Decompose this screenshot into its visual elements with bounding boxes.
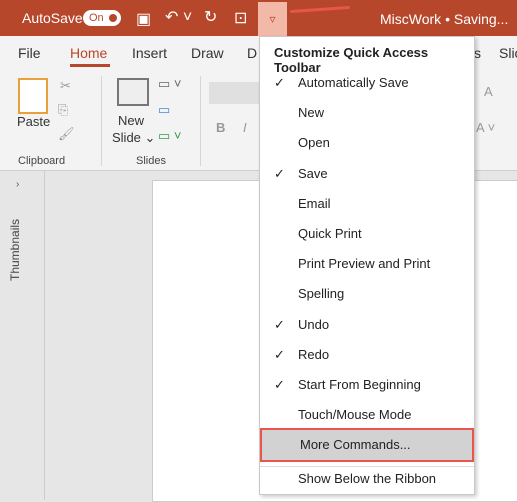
tab-file[interactable]: File (18, 45, 41, 61)
checkmark-icon: ✓ (274, 377, 285, 392)
autosave-toggle[interactable]: On (83, 10, 121, 26)
format-painter-icon[interactable]: 🖌 (58, 126, 75, 142)
section-icon[interactable]: ▭ ˅ (158, 128, 182, 144)
bold-button[interactable]: B (216, 120, 225, 135)
clipboard-group-label: Clipboard (18, 155, 66, 167)
tab-slideshow[interactable]: Slic (499, 45, 517, 61)
menu-item[interactable]: ✓ Redo (260, 340, 474, 370)
autosave-label: AutoSave (22, 10, 83, 26)
clear-format-icon[interactable]: A (484, 84, 493, 99)
cut-icon[interactable]: ✂ (60, 78, 71, 94)
menu-item-label: Spelling (298, 286, 345, 302)
customize-qat-menu: Customize Quick Access Toolbar ✓ Automati… (259, 36, 475, 495)
customize-qat-button[interactable]: ▿ (258, 2, 287, 36)
redo-icon[interactable]: ↻ (204, 7, 217, 27)
font-box[interactable] (209, 82, 259, 104)
tab-home[interactable]: Home (70, 45, 107, 61)
menu-item[interactable]: ✓ Automatically Save (260, 68, 474, 98)
tab-design[interactable]: D (247, 45, 257, 61)
menu-item[interactable]: More Commands... (260, 428, 474, 463)
tab-insert[interactable]: Insert (132, 45, 167, 61)
copy-icon[interactable]: ⎘ (58, 102, 68, 118)
layout-icon[interactable]: ▭ ˅ (158, 76, 182, 92)
menu-item-label: Automatically Save (298, 75, 409, 90)
paste-icon[interactable] (18, 78, 48, 114)
menu-item-label: Undo (298, 316, 330, 332)
menu-item[interactable]: Open (260, 128, 474, 158)
menu-item[interactable]: Email (260, 189, 474, 219)
undo-icon[interactable]: ↶ ˅ (165, 7, 192, 27)
thumbnails-pane[interactable]: › Thumbnails (0, 171, 45, 500)
menu-item[interactable]: New (260, 98, 474, 128)
font-color-icon[interactable]: A ˅ (476, 120, 495, 135)
save-icon[interactable]: ▣ (136, 9, 151, 29)
menu-item[interactable]: Print Preview and Print (260, 249, 474, 279)
new-slide-label-2[interactable]: Slide ⌄ (112, 130, 155, 146)
paste-label[interactable]: Paste (17, 114, 50, 129)
menu-item-label: New (298, 105, 325, 121)
start-from-beginning-icon[interactable]: ⊡ (234, 8, 247, 28)
annotation-arrow (289, 5, 351, 14)
new-slide-icon[interactable] (117, 78, 149, 106)
menu-item-label: Show Below the Ribbon (298, 471, 437, 486)
menu-item[interactable]: Quick Print (260, 219, 474, 249)
menu-item-label: Quick Print (298, 226, 362, 241)
tab-draw[interactable]: Draw (191, 45, 224, 61)
title-bar: AutoSave On ▣ ↶ ˅ ↻ ⊡ ▿ MiscWork • Savin… (0, 0, 517, 43)
menu-item[interactable]: Show Below the Ribbon (260, 464, 474, 494)
checkmark-icon: ✓ (274, 316, 285, 332)
menu-divider (260, 466, 474, 467)
tab-partial[interactable]: s (474, 45, 481, 61)
menu-item[interactable]: ✓ Undo (260, 310, 474, 340)
chevron-down-icon: ▿ (269, 12, 276, 26)
active-tab-underline (70, 64, 110, 67)
slides-group-label: Slides (136, 155, 166, 167)
menu-item[interactable]: Spelling (260, 279, 474, 309)
menu-item[interactable]: ✓ Save (260, 159, 474, 189)
menu-item-label: Open (298, 135, 330, 151)
menu-item-label: Redo (298, 346, 330, 362)
new-slide-label[interactable]: New (118, 113, 144, 128)
thumbnails-label: Thumbnails (8, 218, 22, 281)
checkmark-icon: ✓ (274, 346, 285, 362)
menu-item-label: Touch/Mouse Mode (298, 407, 412, 423)
menu-item-label: Email (298, 195, 331, 211)
reset-icon[interactable]: ▭ (158, 102, 170, 118)
menu-item-label: Start From Beginning (298, 377, 421, 392)
checkmark-icon: ✓ (274, 165, 285, 181)
expand-icon[interactable]: › (16, 179, 19, 190)
menu-item-label: More Commands... (300, 437, 411, 453)
menu-item-label: Print Preview and Print (298, 256, 431, 272)
menu-item[interactable]: Touch/Mouse Mode (260, 400, 474, 430)
menu-item[interactable]: ✓ Start From Beginning (260, 370, 474, 400)
checkmark-icon: ✓ (274, 75, 285, 90)
menu-item-label: Save (298, 165, 328, 181)
italic-button[interactable]: I (243, 120, 247, 135)
